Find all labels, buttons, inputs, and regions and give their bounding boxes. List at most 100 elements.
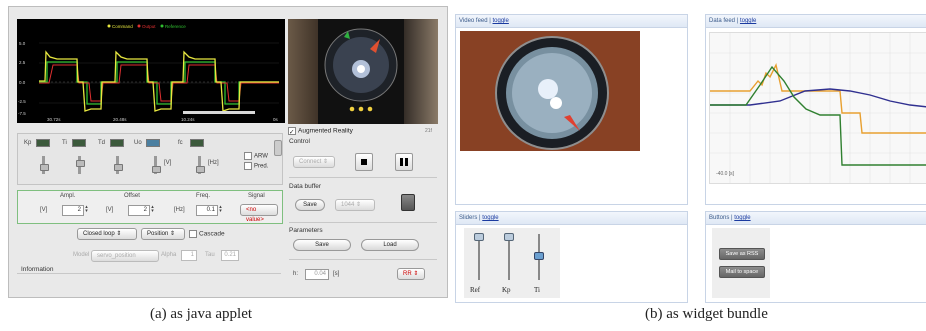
gain-fc-field[interactable] — [190, 139, 204, 147]
alpha-input[interactable]: 1 — [181, 250, 197, 261]
sampling-input[interactable]: 0.04 — [305, 269, 329, 280]
gain-td-label: Td — [98, 140, 106, 146]
sliders-toggle-link[interactable]: toggle — [482, 215, 498, 221]
tau-input[interactable]: 0.21 — [221, 250, 239, 261]
gain-uo-label: Uo — [134, 140, 142, 146]
uo-slider-knob[interactable] — [152, 166, 161, 173]
ref-slider-label: Ref — [470, 286, 481, 294]
tau-label: Tau — [205, 252, 215, 258]
offset-input[interactable]: 2 — [128, 205, 150, 216]
loop-mode-select[interactable]: Closed loop ⇕ — [77, 228, 137, 240]
td-slider-knob[interactable] — [114, 164, 123, 171]
scope-legend: Command Output Reference — [107, 24, 186, 29]
control-type-select[interactable]: Position ⇕ — [141, 228, 185, 240]
sampling-label: h: — [293, 271, 299, 277]
augmented-reality-label: Augmented Reality — [298, 127, 353, 135]
ar-value: 21f — [425, 128, 432, 134]
mail-to-space-button[interactable]: Mail to space — [719, 266, 765, 278]
freq-stepper[interactable]: ▴ ▾ — [218, 205, 223, 214]
command-trace — [39, 50, 279, 112]
cascade-option[interactable]: Cascade — [189, 230, 225, 238]
augmented-reality-toggle[interactable]: ✓ Augmented Reality — [288, 127, 353, 136]
arw-label: ARW — [254, 153, 268, 160]
gain-ti-field[interactable] — [72, 139, 86, 147]
data-feed-x-label: -40.0 [s] — [716, 171, 735, 177]
x-tick-0s: 0s — [273, 117, 279, 122]
sampling-mode-select[interactable]: RR ⇕ — [397, 268, 425, 280]
kp-slider-label: Kp — [502, 286, 511, 294]
cascade-label: Cascade — [199, 230, 225, 238]
control-title: Control — [289, 138, 310, 145]
fc-slider-knob[interactable] — [196, 166, 205, 173]
pred-option[interactable]: Pred. — [244, 162, 268, 170]
data-feed-toggle-link[interactable]: toggle — [740, 18, 756, 24]
gain-kp-field[interactable] — [36, 139, 50, 147]
connect-select[interactable]: Connect ⇕ — [293, 156, 335, 168]
buffer-size-select[interactable]: 1044 ⇕ — [335, 199, 375, 211]
controller-gains-panel: Kp Ti Td Uo fc [V] [Hz] ARW Pred. — [17, 133, 283, 185]
legend-output-dot — [137, 24, 141, 28]
stop-button[interactable] — [355, 153, 373, 171]
model-select[interactable]: servo_position — [91, 250, 159, 262]
gains-menu-icon[interactable] — [274, 140, 282, 156]
pause-button[interactable] — [395, 153, 413, 171]
ref-slider-thumb[interactable] — [474, 233, 484, 242]
ti-slider-thumb[interactable] — [534, 251, 544, 260]
gain-td-field[interactable] — [110, 139, 124, 147]
ampl-input[interactable]: 2 — [62, 205, 84, 216]
video-feed-toggle-link[interactable]: toggle — [493, 18, 509, 24]
stop-icon — [361, 159, 367, 165]
parameters-title: Parameters — [289, 227, 323, 234]
parameters-load-button[interactable]: Load — [361, 239, 419, 251]
buttons-toggle-link[interactable]: toggle — [734, 215, 750, 221]
kp-slider-thumb[interactable] — [504, 233, 514, 242]
data-feed-header: Data feed | toggle — [706, 15, 926, 28]
trash-icon[interactable] — [401, 194, 415, 211]
parameters-divider — [289, 259, 437, 260]
model-value: servo_position — [97, 253, 136, 259]
ti-slider-label: Ti — [534, 286, 540, 294]
pred-label: Pred. — [254, 163, 269, 170]
gain-ti-label: Ti — [62, 140, 67, 146]
ampl-stepper[interactable]: ▴ ▾ — [84, 205, 89, 214]
buttons-widget: Buttons | toggle Save as RSS Mail to spa… — [705, 211, 926, 303]
arw-option[interactable]: ARW — [244, 152, 268, 160]
parameters-save-button[interactable]: Save — [293, 239, 351, 251]
pause-icon-left — [400, 158, 403, 166]
buffer-save-button[interactable]: Save — [295, 199, 325, 211]
augmented-reality-checkbox[interactable]: ✓ — [288, 127, 296, 136]
signal-select-value: <no value> — [246, 207, 264, 223]
model-label: Model — [73, 252, 90, 258]
cascade-checkbox[interactable] — [189, 230, 197, 238]
pred-checkbox[interactable] — [244, 162, 252, 170]
control-type-value: Position — [147, 231, 169, 237]
x-tick-20.48s: 20.48s — [113, 117, 127, 122]
sliders-widget: Sliders | toggle Ref Kp Ti — [455, 211, 688, 303]
buttons-header: Buttons | toggle — [706, 212, 926, 225]
signal-select[interactable]: <no value> — [240, 204, 278, 223]
offset-unit: [V] — [106, 207, 114, 213]
scope-scrollbar[interactable] — [183, 111, 255, 114]
kp-slider-knob[interactable] — [40, 164, 49, 171]
data-feed-title: Data feed — [709, 18, 736, 24]
caption-java-applet: (a) as java applet — [150, 306, 253, 322]
sampling-unit: [s] — [333, 271, 340, 277]
y-tick-neg7.5: -7.5 — [18, 111, 26, 116]
gain-uo-field[interactable] — [146, 139, 160, 147]
sliders-panel: Ref Kp Ti — [464, 228, 560, 298]
data-feed-green-series — [710, 65, 926, 166]
offset-stepper[interactable]: ▴ ▾ — [150, 205, 155, 214]
y-tick-neg2.5: -2.5 — [18, 99, 26, 104]
freq-input[interactable]: 0.1 — [196, 205, 218, 216]
sliders-header: Sliders | toggle — [456, 212, 687, 225]
buffer-size-value: 1044 — [341, 202, 355, 208]
arw-checkbox[interactable] — [244, 152, 252, 160]
servo-dial — [324, 28, 398, 112]
alpha-label: Alpha — [161, 252, 177, 258]
ti-slider-knob[interactable] — [76, 160, 85, 167]
y-tick-2.5: 2.5 — [19, 60, 26, 65]
information-divider — [17, 273, 281, 274]
save-as-rss-button[interactable]: Save as RSS — [719, 248, 765, 260]
video-feed-header: Video feed | toggle — [456, 15, 687, 28]
data-feed-plot: -40.0 [s] — [709, 32, 926, 184]
